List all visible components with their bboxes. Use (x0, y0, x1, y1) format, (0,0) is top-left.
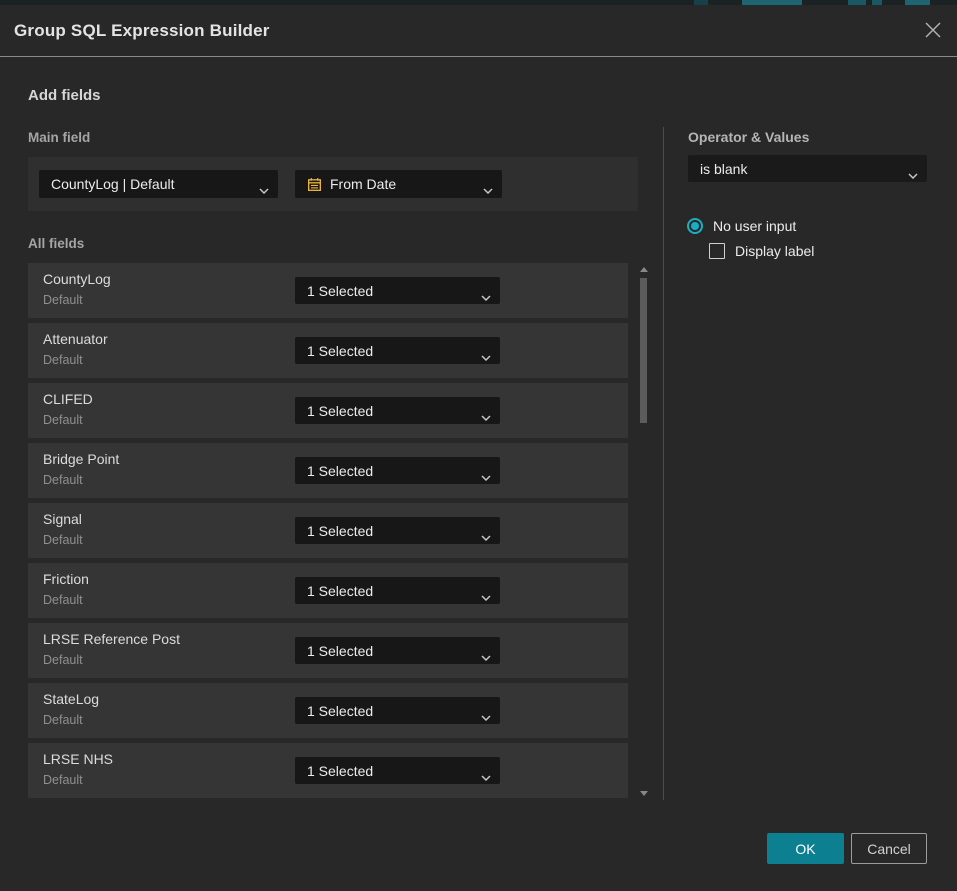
group-sql-expression-builder-dialog: Group SQL Expression Builder Add fields … (0, 5, 957, 891)
field-selected-dropdown[interactable]: 1 Selected (295, 577, 500, 604)
chevron-down-icon (259, 181, 269, 197)
field-name: Bridge Point (43, 451, 119, 467)
no-user-input-radio[interactable]: No user input (687, 218, 796, 234)
field-name: Signal (43, 511, 82, 527)
field-selected-value: 1 Selected (307, 523, 373, 539)
chevron-down-icon (908, 166, 918, 182)
chevron-down-icon (481, 528, 491, 544)
main-field-select-value: From Date (330, 176, 396, 192)
field-subtitle: Default (43, 773, 83, 787)
field-row-bridge-point: Bridge Point Default 1 Selected (28, 443, 628, 498)
field-selected-value: 1 Selected (307, 343, 373, 359)
field-row-lrse-reference-post: LRSE Reference Post Default 1 Selected (28, 623, 628, 678)
field-row-clifed: CLIFED Default 1 Selected (28, 383, 628, 438)
field-name: LRSE NHS (43, 751, 113, 767)
chevron-down-icon (481, 768, 491, 784)
close-icon[interactable] (923, 20, 943, 40)
scroll-down-arrow-icon[interactable] (640, 791, 648, 796)
field-selected-dropdown[interactable]: 1 Selected (295, 697, 500, 724)
field-selected-value: 1 Selected (307, 583, 373, 599)
operator-select-value: is blank (700, 161, 747, 177)
all-fields-list: CountyLog Default 1 Selected Attenuator … (28, 263, 628, 803)
main-field-select[interactable]: From Date (295, 170, 502, 198)
dialog-header: Group SQL Expression Builder (0, 5, 957, 57)
chevron-down-icon (483, 181, 493, 197)
field-selected-dropdown[interactable]: 1 Selected (295, 517, 500, 544)
field-selected-dropdown[interactable]: 1 Selected (295, 757, 500, 784)
field-selected-dropdown[interactable]: 1 Selected (295, 637, 500, 664)
field-subtitle: Default (43, 593, 83, 607)
field-selected-dropdown[interactable]: 1 Selected (295, 277, 500, 304)
field-row-statelog: StateLog Default 1 Selected (28, 683, 628, 738)
field-name: CountyLog (43, 271, 111, 287)
field-selected-value: 1 Selected (307, 283, 373, 299)
field-selected-value: 1 Selected (307, 403, 373, 419)
scroll-up-arrow-icon[interactable] (640, 267, 648, 272)
field-name: LRSE Reference Post (43, 631, 180, 647)
field-subtitle: Default (43, 353, 83, 367)
checkbox-unchecked-icon (709, 243, 725, 259)
ok-button[interactable]: OK (767, 833, 844, 864)
chevron-down-icon (481, 588, 491, 604)
field-subtitle: Default (43, 533, 83, 547)
field-name: StateLog (43, 691, 99, 707)
chevron-down-icon (481, 348, 491, 364)
field-row-signal: Signal Default 1 Selected (28, 503, 628, 558)
radio-selected-icon (687, 218, 703, 234)
field-subtitle: Default (43, 413, 83, 427)
field-selected-dropdown[interactable]: 1 Selected (295, 337, 500, 364)
panel-divider (663, 127, 664, 800)
operator-values-heading: Operator & Values (688, 129, 809, 145)
chevron-down-icon (481, 408, 491, 424)
field-subtitle: Default (43, 473, 83, 487)
field-selected-value: 1 Selected (307, 463, 373, 479)
field-selected-value: 1 Selected (307, 703, 373, 719)
field-name: CLIFED (43, 391, 93, 407)
no-user-input-label: No user input (713, 218, 796, 234)
field-name: Friction (43, 571, 89, 587)
display-label-checkbox[interactable]: Display label (709, 243, 814, 259)
cancel-button[interactable]: Cancel (851, 833, 927, 864)
calendar-icon (307, 177, 322, 192)
main-layer-select[interactable]: CountyLog | Default (39, 170, 278, 198)
main-layer-select-value: CountyLog | Default (51, 176, 175, 192)
field-subtitle: Default (43, 653, 83, 667)
dialog-title: Group SQL Expression Builder (14, 5, 270, 56)
field-subtitle: Default (43, 713, 83, 727)
field-subtitle: Default (43, 293, 83, 307)
operator-select[interactable]: is blank (688, 155, 927, 182)
chevron-down-icon (481, 288, 491, 304)
all-fields-label: All fields (28, 236, 84, 251)
field-selected-dropdown[interactable]: 1 Selected (295, 397, 500, 424)
scrollbar-thumb[interactable] (640, 278, 647, 423)
field-row-countylog: CountyLog Default 1 Selected (28, 263, 628, 318)
main-field-panel: CountyLog | Default From Date (28, 157, 638, 211)
field-selected-dropdown[interactable]: 1 Selected (295, 457, 500, 484)
field-row-friction: Friction Default 1 Selected (28, 563, 628, 618)
chevron-down-icon (481, 708, 491, 724)
field-row-lrse-nhs: LRSE NHS Default 1 Selected (28, 743, 628, 798)
display-label-label: Display label (735, 243, 814, 259)
field-name: Attenuator (43, 331, 108, 347)
fields-list-scrollbar (637, 263, 650, 800)
chevron-down-icon (481, 468, 491, 484)
chevron-down-icon (481, 648, 491, 664)
add-fields-heading: Add fields (28, 87, 101, 104)
main-field-label: Main field (28, 130, 90, 145)
field-selected-value: 1 Selected (307, 643, 373, 659)
field-row-attenuator: Attenuator Default 1 Selected (28, 323, 628, 378)
field-selected-value: 1 Selected (307, 763, 373, 779)
